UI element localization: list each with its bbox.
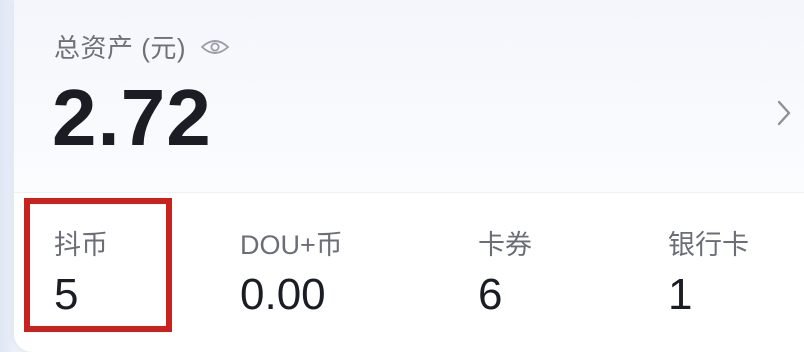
stat-dou-plus-coin[interactable]: DOU+币 0.00 [240,232,343,317]
stat-value: 1 [668,270,693,319]
stat-value: 6 [478,270,503,319]
stat-label: 银行卡 [668,230,749,260]
highlight-annotation-box [24,198,172,332]
stat-bank-cards[interactable]: 银行卡 1 [668,232,749,317]
total-assets-section[interactable]: 总资产 (元) 2.72 [14,0,804,192]
wallet-screen: 总资产 (元) 2.72 抖币 5 DOU+币 0.00 卡券 6 银行卡 1 [0,0,804,352]
eye-icon[interactable] [200,37,230,57]
stat-value: 0.00 [240,270,326,319]
section-divider [14,192,804,193]
total-assets-header: 总资产 (元) [54,28,230,65]
total-assets-label: 总资产 (元) [54,33,187,63]
total-assets-value: 2.72 [52,73,212,162]
chevron-right-icon[interactable] [774,98,794,128]
assets-card: 总资产 (元) 2.72 抖币 5 DOU+币 0.00 卡券 6 银行卡 1 [14,0,804,352]
stat-label: DOU+币 [240,230,343,260]
stat-label: 卡券 [478,230,532,260]
stat-coupons[interactable]: 卡券 6 [478,232,532,317]
